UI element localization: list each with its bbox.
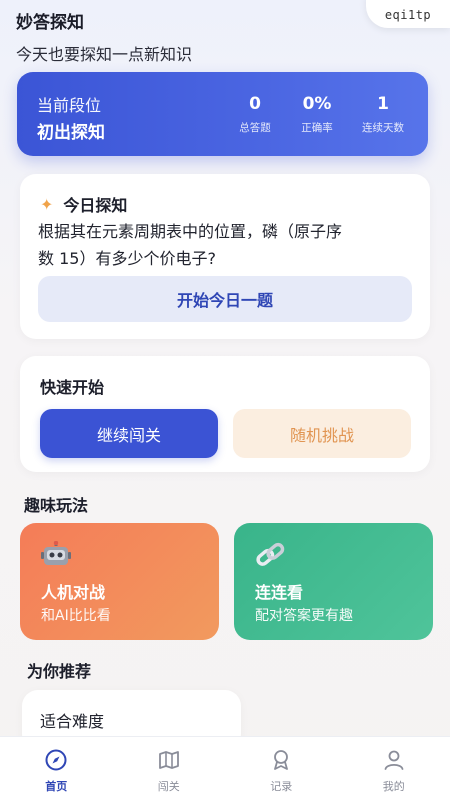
tab-label: 闯关: [157, 780, 180, 793]
daily-question: 根据其在元素周期表中的位置，磷（原子序 数 15）有多少个价电子?: [38, 218, 428, 272]
rank-label: 当前段位: [37, 96, 102, 115]
stat-value: 0%: [302, 94, 332, 114]
tab-profile[interactable]: 我的: [338, 737, 450, 800]
vs-ai-desc: 和AI比比看: [41, 608, 111, 624]
stat-total-answers: 0 总答题: [225, 94, 285, 135]
start-daily-button[interactable]: 开始今日一题: [38, 276, 412, 322]
recommend-item-label: 适合难度: [40, 712, 105, 731]
tab-home[interactable]: 首页: [0, 737, 113, 800]
match-game-desc: 配对答案更有趣: [255, 608, 353, 624]
tab-label: 我的: [382, 780, 405, 793]
medal-icon: [268, 747, 294, 773]
map-icon: [156, 747, 182, 773]
app-title: 妙答探知: [16, 13, 84, 33]
random-challenge-button[interactable]: 随机挑战: [233, 409, 411, 458]
match-game-name: 连连看: [255, 583, 304, 602]
stat-label: 正确率: [301, 122, 333, 134]
match-game-card[interactable]: 连连看 配对答案更有趣: [234, 523, 433, 640]
continue-level-button[interactable]: 继续闯关: [40, 409, 218, 458]
quick-start-card: 快速开始 继续闯关 随机挑战: [20, 356, 430, 472]
recommend-section-title: 为你推荐: [27, 662, 92, 681]
question-line: 根据其在元素周期表中的位置，磷（原子序: [38, 222, 343, 241]
fun-section-title: 趣味玩法: [24, 496, 89, 515]
id-badge: eqi1tp: [366, 0, 450, 28]
user-icon: [381, 747, 407, 773]
tab-levels[interactable]: 闯关: [113, 737, 226, 800]
sparkle-icon: ✦: [40, 194, 54, 214]
tab-records[interactable]: 记录: [225, 737, 338, 800]
robot-icon: [41, 540, 71, 576]
stat-streak-days: 1 连续天数: [353, 94, 413, 135]
compass-icon: [43, 747, 69, 773]
tab-label: 首页: [45, 780, 68, 793]
quick-start-title: 快速开始: [40, 378, 105, 397]
daily-title: 今日探知: [63, 196, 128, 215]
header: 妙答探知 今天也要探知一点新知识: [16, 8, 192, 65]
stat-value: 0: [249, 94, 261, 114]
chain-link-icon: [255, 541, 285, 576]
rank-card[interactable]: 当前段位 初出探知 0 总答题 0% 正确率 1 连续天数: [17, 72, 428, 156]
bottom-tab-bar: 首页 闯关 记录 我的: [0, 736, 450, 800]
vs-ai-card[interactable]: 人机对战 和AI比比看: [20, 523, 219, 640]
rank-value: 初出探知: [37, 123, 105, 143]
question-line: 数 15）有多少个价电子?: [38, 249, 216, 268]
stat-value: 1: [377, 94, 389, 114]
vs-ai-name: 人机对战: [41, 583, 106, 602]
tab-label: 记录: [270, 780, 293, 793]
stat-label: 总答题: [239, 122, 271, 134]
stat-accuracy: 0% 正确率: [287, 94, 347, 135]
app-subtitle: 今天也要探知一点新知识: [16, 45, 193, 64]
daily-question-card: ✦ 今日探知 根据其在元素周期表中的位置，磷（原子序 数 15）有多少个价电子?…: [20, 174, 430, 339]
daily-header: ✦ 今日探知: [40, 192, 127, 216]
stat-label: 连续天数: [362, 122, 404, 134]
